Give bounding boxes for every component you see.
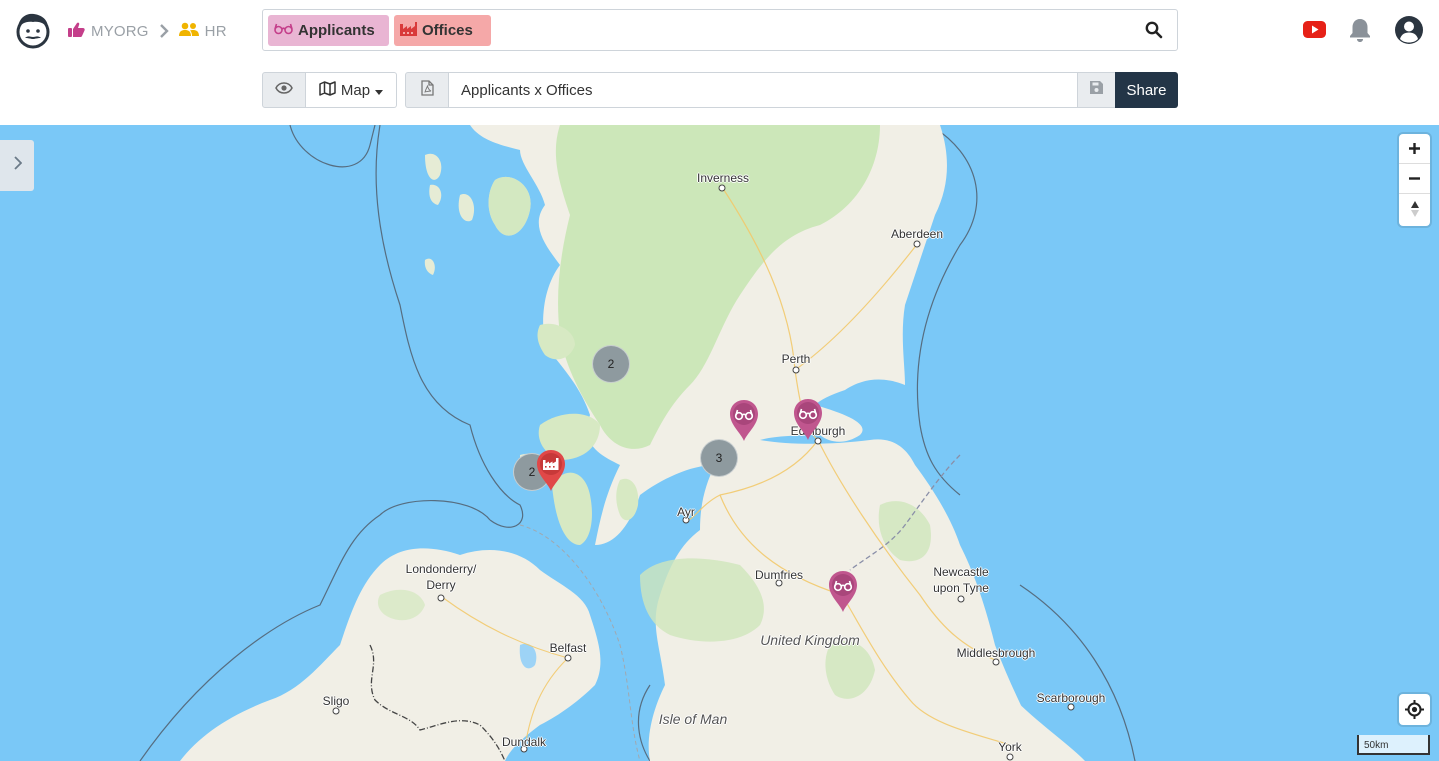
chip-applicants-label: Applicants [298,22,375,39]
chevron-right-icon [159,24,169,38]
compass-icon [1410,201,1419,217]
place-label: Dumfries [754,568,804,582]
chevron-right-icon [13,156,22,175]
factory-pin-icon [537,450,565,491]
view-mode-dropdown[interactable]: Map [306,72,397,108]
city-marker-dot [792,366,800,374]
users-icon [178,22,199,41]
city-marker-dot [564,654,572,662]
place-label: Inverness [696,171,750,185]
export-pdf-button[interactable] [405,72,449,108]
view-mode-label: Map [340,81,371,99]
save-button[interactable] [1077,72,1116,108]
map-scale-bar: 50km [1357,735,1430,755]
reset-north-button[interactable] [1399,194,1430,224]
zoom-in-button[interactable] [1399,134,1430,164]
marker-cluster[interactable]: 2 [592,345,630,383]
user-avatar-icon[interactable] [1394,15,1424,45]
youtube-icon[interactable] [1303,21,1326,38]
place-label: Ayr [677,505,695,519]
share-button-label: Share [1126,81,1167,99]
map-canvas[interactable]: Inverness Aberdeen Perth Edinburgh Ayr D… [0,125,1439,761]
city-marker-dot [332,707,340,715]
city-marker-dot [718,184,726,192]
search-bar[interactable]: Applicants Offices [262,9,1178,51]
breadcrumb-team-label: HR [204,22,227,40]
place-label: Middlesbrough [956,646,1036,660]
glasses-pin-icon [794,399,822,440]
place-label: Aberdeen [890,227,944,241]
locate-me-button[interactable] [1399,694,1430,725]
applicant-map-marker[interactable] [792,397,824,441]
city-marker-dot [957,595,965,603]
view-title-input[interactable] [449,72,1078,108]
top-bar: MYORG HR Applicants Offices [0,0,1439,62]
city-marker-dot [1006,753,1014,761]
zoom-control [1399,134,1430,226]
floppy-disk-icon [1090,81,1103,99]
glasses-icon [274,22,293,39]
factory-icon [400,21,417,40]
plus-icon [1409,143,1420,154]
place-label: Belfast [549,641,587,655]
map-icon [319,80,336,100]
pdf-file-icon [420,79,434,101]
bell-icon[interactable] [1349,17,1371,43]
breadcrumb: MYORG HR [68,20,227,42]
visibility-toggle-button[interactable] [262,72,306,108]
marker-cluster[interactable]: 3 [700,439,738,477]
glasses-pin-icon [730,400,758,441]
breadcrumb-org[interactable]: MYORG [68,22,149,41]
place-label: Londonderry/ Derry [405,562,477,592]
place-label: Sligo [322,694,350,708]
chip-offices-label: Offices [422,22,473,39]
breadcrumb-org-label: MYORG [91,22,149,40]
logo-icon[interactable] [15,11,51,49]
office-map-marker[interactable] [535,448,567,492]
sidebar-toggle-button[interactable] [0,140,34,191]
applicant-map-marker[interactable] [728,398,760,442]
glasses-pin-icon [829,571,857,612]
city-marker-dot [913,240,921,248]
city-marker-dot [437,594,445,602]
place-label: Scarborough [1036,691,1106,705]
minus-icon [1409,177,1420,180]
chip-applicants[interactable]: Applicants [268,15,389,46]
share-button[interactable]: Share [1115,72,1178,108]
search-icon[interactable] [1145,21,1163,39]
crosshair-icon [1405,700,1424,719]
chip-offices[interactable]: Offices [394,15,491,46]
place-label: Dundalk [501,735,547,749]
caret-down-icon [375,82,384,99]
applicant-map-marker[interactable] [827,569,859,613]
zoom-out-button[interactable] [1399,164,1430,194]
region-label: Isle of Man [658,711,728,727]
breadcrumb-team[interactable]: HR [178,22,227,41]
region-label: United Kingdom [760,632,860,648]
place-label: York [998,740,1022,754]
thumbs-up-icon [68,22,85,41]
place-label: Perth [781,352,811,366]
place-label: Newcastle upon Tyne [933,565,989,595]
eye-icon [275,81,293,99]
